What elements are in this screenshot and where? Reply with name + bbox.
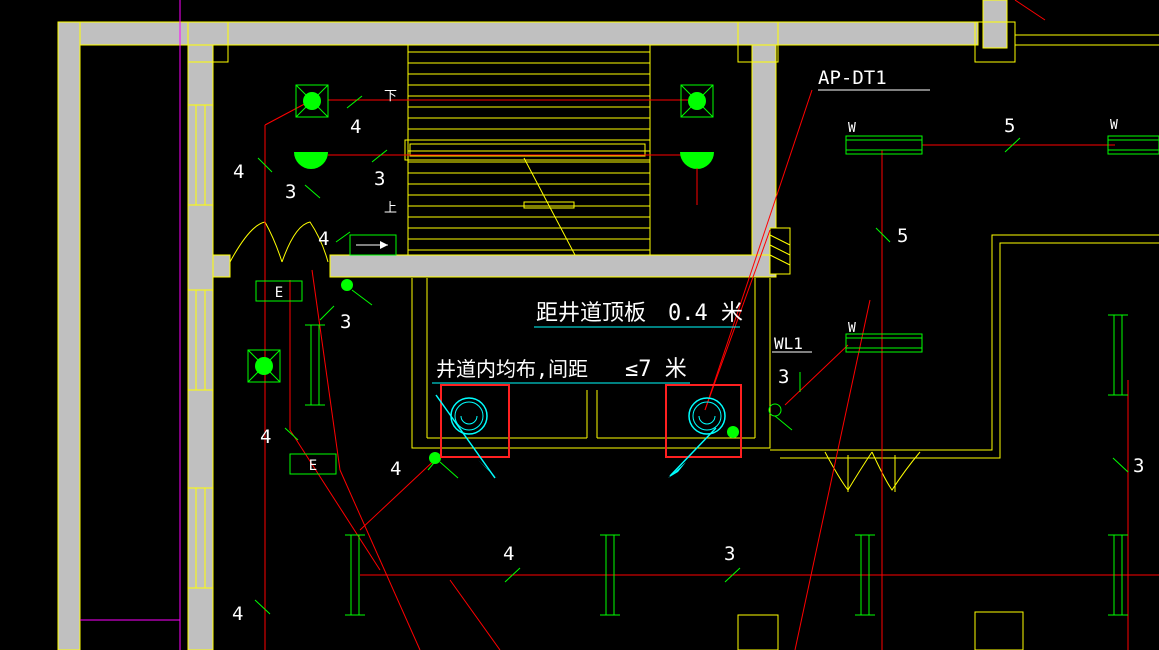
- right-room-outline: [737, 234, 1159, 650]
- shaft-top-distance-value: 0.4 米: [668, 301, 743, 326]
- wire-count-n10: 4: [503, 543, 514, 565]
- wire-count-n12: 5: [1004, 115, 1015, 137]
- wire-count-n13: 5: [897, 225, 908, 247]
- stair-up-label: 上: [384, 201, 397, 216]
- ceiling-light-2[interactable]: [680, 84, 714, 118]
- shaft-detector-left[interactable]: [435, 384, 510, 479]
- wire-count-n14: 3: [778, 366, 789, 388]
- wire-count-n15: 3: [1133, 455, 1144, 477]
- w-label-3: W: [848, 321, 856, 336]
- wire-count-n3: 3: [285, 181, 296, 203]
- staircase: [404, 45, 651, 256]
- stair-bottom-left-stub: [212, 254, 231, 278]
- ceiling-light-3[interactable]: [247, 349, 281, 383]
- exit-sign-1[interactable]: E: [255, 280, 303, 302]
- top-wall: [57, 21, 979, 46]
- floor-plan-svg: E E AP-DT1 WL1 距井道顶板 0.4 米 井道内均布,间距 ≤7 米: [57, 0, 1159, 650]
- left-outer-wall: [57, 21, 81, 650]
- stair-bottom-wall: [329, 254, 777, 278]
- panel-wl-label[interactable]: WL1: [774, 334, 803, 353]
- wire-count-n4: 3: [374, 168, 385, 190]
- exit-sign-2[interactable]: E: [289, 453, 337, 475]
- wire-count-n11: 3: [724, 543, 735, 565]
- wall-light-2[interactable]: [680, 152, 714, 169]
- top-right-wall-stub: [982, 0, 1008, 49]
- sensor-dot-2[interactable]: [429, 452, 441, 464]
- shaft-spacing-text: 井道内均布,间距: [436, 357, 588, 381]
- wall-light-1[interactable]: [294, 152, 328, 169]
- sensor-dot-3[interactable]: [727, 426, 739, 438]
- wire-count-n6: 3: [340, 311, 351, 333]
- wire-ticks: [254, 95, 1129, 615]
- wire-count-n5: 4: [318, 228, 329, 250]
- wire-count-labels: 4 4 3 3 4 3 4 4 4 4 3 5 5 3 3: [232, 115, 1144, 625]
- w-units: [845, 135, 1159, 353]
- wire-count-n8: 4: [390, 458, 401, 480]
- wire-count-n9: 4: [232, 603, 243, 625]
- i-fixtures: [305, 314, 1128, 616]
- exit-sign-1-label: E: [275, 285, 283, 301]
- stair-handrail: [404, 139, 651, 161]
- sensor-dot-1[interactable]: [341, 279, 353, 291]
- shaft-top-distance-text: 距井道顶板: [536, 301, 646, 326]
- cad-drawing-canvas[interactable]: E E AP-DT1 WL1 距井道顶板 0.4 米 井道内均布,间距 ≤7 米: [0, 0, 1159, 650]
- outlet-symbol[interactable]: [768, 403, 782, 417]
- shaft-spacing-value: ≤7 米: [625, 357, 687, 382]
- stair-down-label: 下: [384, 89, 397, 104]
- wire-count-n2: 4: [233, 161, 244, 183]
- w-label-1: W: [848, 121, 856, 136]
- wire-count-n7: 4: [260, 426, 271, 448]
- panel-ap-label[interactable]: AP-DT1: [818, 67, 887, 89]
- left-inner-wall: [187, 44, 214, 650]
- wire-count-n1: 4: [350, 116, 361, 138]
- exit-sign-2-label: E: [309, 458, 317, 474]
- exit-arrow-sign[interactable]: [349, 234, 397, 256]
- ceiling-light-1[interactable]: [295, 84, 329, 118]
- w-label-2: W: [1110, 118, 1118, 133]
